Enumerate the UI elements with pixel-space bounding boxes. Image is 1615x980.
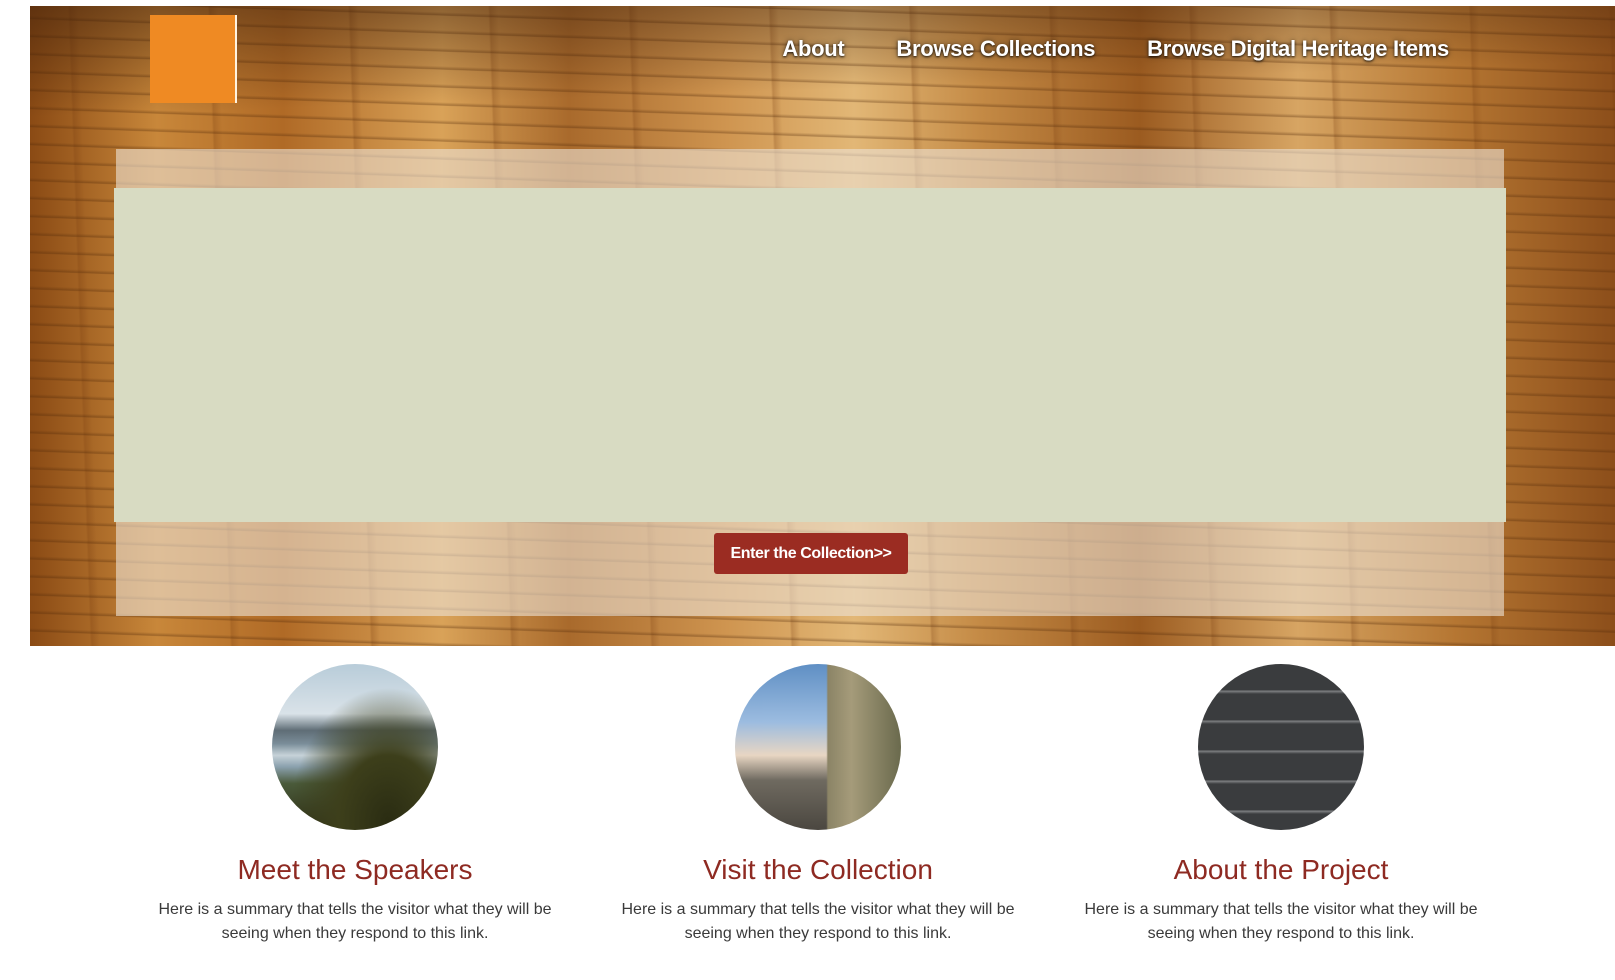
main-nav: About Browse Collections Browse Digital … <box>782 36 1449 62</box>
featured-content-area <box>114 188 1506 522</box>
project-image[interactable] <box>1198 664 1364 830</box>
card-summary: Here is a summary that tells the visitor… <box>158 901 552 942</box>
nav-about[interactable]: About <box>782 36 844 62</box>
card-visit-the-collection: Visit the Collection Here is a summary t… <box>583 664 1053 946</box>
card-title[interactable]: Meet the Speakers <box>120 854 590 886</box>
card-summary: Here is a summary that tells the visitor… <box>1084 901 1478 942</box>
card-title[interactable]: About the Project <box>1046 854 1516 886</box>
card-title[interactable]: Visit the Collection <box>583 854 1053 886</box>
card-summary: Here is a summary that tells the visitor… <box>621 901 1015 942</box>
speakers-image[interactable] <box>272 664 438 830</box>
nav-browse-collections[interactable]: Browse Collections <box>896 36 1095 62</box>
site-logo[interactable] <box>150 15 237 103</box>
card-about-the-project: About the Project Here is a summary that… <box>1046 664 1516 946</box>
hero-banner: About Browse Collections Browse Digital … <box>30 6 1615 646</box>
card-meet-the-speakers: Meet the Speakers Here is a summary that… <box>120 664 590 946</box>
enter-collection-button[interactable]: Enter the Collection>> <box>714 533 908 574</box>
collection-image[interactable] <box>735 664 901 830</box>
feature-cards: Meet the Speakers Here is a summary that… <box>0 664 1615 964</box>
nav-browse-digital-heritage-items[interactable]: Browse Digital Heritage Items <box>1147 36 1449 62</box>
